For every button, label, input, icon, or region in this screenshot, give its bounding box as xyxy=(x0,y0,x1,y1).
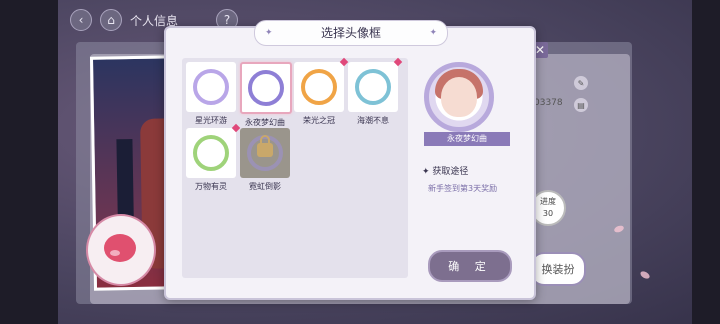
progress-value: 30 xyxy=(542,209,554,218)
left-letterbox xyxy=(0,0,58,324)
frame-item-neon-reflection[interactable]: 霓虹倒影 xyxy=(240,128,290,191)
frame-item-all-spirits[interactable]: 万物有灵 xyxy=(186,123,241,191)
dialog-title-text: 选择头像框 xyxy=(320,26,381,40)
frame-thumbnail xyxy=(186,62,236,112)
frame-thumbnail-locked xyxy=(240,128,290,178)
frame-label: 海潮不息 xyxy=(357,116,389,125)
sparkle-icon: ✦ xyxy=(265,28,273,38)
frame-ring xyxy=(248,70,284,106)
home-icon[interactable]: ⌂ xyxy=(100,9,122,31)
copy-icon[interactable]: ▤ xyxy=(574,98,588,112)
sparkle-icon: ✦ xyxy=(429,28,437,38)
frame-thumbnail xyxy=(186,123,241,178)
frame-item-eternal-night[interactable]: 永夜梦幻曲 xyxy=(240,62,292,127)
frame-select-dialog: ✦ 选择头像框 ✦ 星光环游 永夜梦幻曲 荣光之冠 海潮不息 万物有灵 霓虹倒影… xyxy=(164,20,536,300)
confirm-button[interactable]: 确 定 xyxy=(428,250,512,282)
preview-frame-name: 永夜梦幻曲 xyxy=(424,132,510,146)
frame-label: 星光环游 xyxy=(195,116,227,125)
mascot-sticker xyxy=(86,214,156,286)
frame-label: 万物有灵 xyxy=(195,182,227,191)
frame-item-glory-crown[interactable]: 荣光之冠 xyxy=(294,57,349,125)
source-description: 新手签到第3天奖励 xyxy=(428,184,498,193)
edit-icon[interactable]: ✎ xyxy=(574,76,588,90)
frame-ring xyxy=(193,135,229,171)
dialog-title: ✦ 选择头像框 ✦ xyxy=(254,20,448,46)
new-badge xyxy=(339,57,349,67)
frame-thumbnail xyxy=(294,57,349,112)
frame-thumbnail xyxy=(348,57,403,112)
frame-grid: 星光环游 永夜梦幻曲 荣光之冠 海潮不息 万物有灵 霓虹倒影 xyxy=(182,57,408,278)
frame-label: 荣光之冠 xyxy=(303,116,335,125)
frame-ring xyxy=(193,69,229,105)
new-badge xyxy=(393,57,403,67)
lock-icon xyxy=(257,135,273,157)
frame-ring xyxy=(301,69,337,105)
change-outfit-button[interactable]: 换装扮 xyxy=(530,252,586,286)
progress-label: 进度 xyxy=(540,197,556,206)
source-title-text: 获取途径 xyxy=(432,167,469,177)
frame-thumbnail xyxy=(240,62,292,114)
avatar-preview xyxy=(424,62,494,132)
new-badge xyxy=(231,123,241,133)
frame-item-endless-tide[interactable]: 海潮不息 xyxy=(348,57,403,125)
player-id-fragment: 03378 xyxy=(534,98,563,108)
right-letterbox xyxy=(692,0,720,324)
avatar-face xyxy=(441,77,477,117)
frame-item-starlight[interactable]: 星光环游 xyxy=(186,62,236,125)
frame-label: 霓虹倒影 xyxy=(249,182,281,191)
source-title: ✦ 获取途径 xyxy=(422,167,469,177)
change-outfit-label: 换装扮 xyxy=(541,263,575,276)
petal-decoration xyxy=(110,250,120,256)
frame-label: 永夜梦幻曲 xyxy=(245,118,285,127)
back-arrow-icon[interactable]: ‹ xyxy=(70,9,92,31)
frame-ring xyxy=(355,69,391,105)
